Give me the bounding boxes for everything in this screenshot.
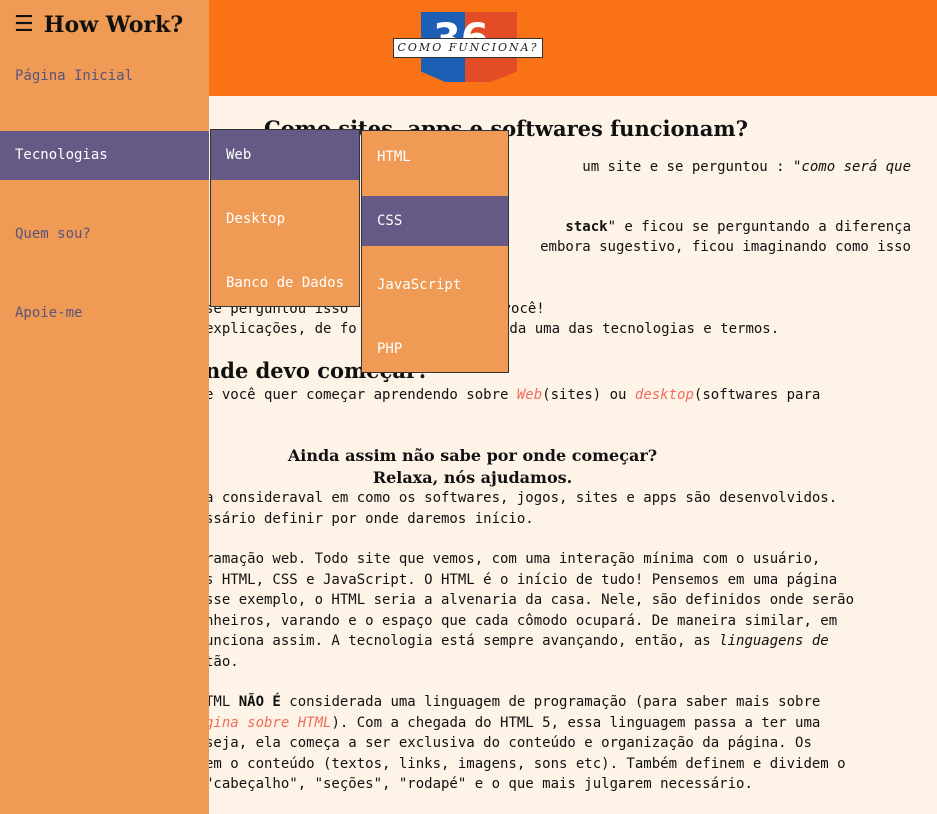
- sidebar-item-about[interactable]: Quem sou?: [0, 210, 209, 259]
- html-page-link[interactable]: gina sobre HTML: [205, 715, 331, 731]
- sidebar: ☰ How Work? Página Inicial Tecnologias Q…: [0, 0, 209, 814]
- web-link[interactable]: Web: [517, 387, 542, 403]
- submenu-item-desktop[interactable]: Desktop: [211, 194, 359, 244]
- sidebar-item-technologies[interactable]: Tecnologias: [0, 131, 209, 180]
- submenu-item-web[interactable]: Web: [211, 130, 359, 180]
- brand-title: How Work?: [43, 12, 184, 38]
- technologies-submenu: Web Desktop Banco de Dados: [210, 129, 360, 307]
- callout-answer: Relaxa, nós ajudamos.: [372, 468, 573, 487]
- paragraph-line: explicações, de fo s, sobre cada uma das …: [205, 321, 780, 337]
- sidebar-header: ☰ How Work?: [14, 12, 183, 38]
- submenu-item-javascript[interactable]: JavaScript: [362, 260, 508, 310]
- sidebar-item-support[interactable]: Apoie-me: [0, 289, 209, 338]
- submenu-item-database[interactable]: Banco de Dados: [211, 258, 359, 308]
- logo[interactable]: 36 COMO FUNCIONA?: [393, 12, 543, 84]
- paragraph: a consideraval em como os softwares, jog…: [205, 490, 838, 527]
- paragraph-line: e você quer começar aprendendo sobre Web…: [205, 387, 821, 403]
- submenu-item-css[interactable]: CSS: [362, 196, 508, 246]
- sidebar-item-home[interactable]: Página Inicial: [0, 52, 209, 101]
- submenu-item-php[interactable]: PHP: [362, 324, 508, 374]
- submenu-item-html[interactable]: HTML: [362, 132, 508, 182]
- paragraph: ramação web. Todo site que vemos, com um…: [205, 551, 855, 670]
- desktop-link[interactable]: desktop: [635, 387, 694, 403]
- paragraph-line: embora sugestivo, ficou imaginando como …: [540, 239, 911, 255]
- paragraph: TML NÃO É considerada uma linguagem de p…: [205, 694, 846, 792]
- paragraph-line: stack" e ficou se perguntando a diferenç…: [565, 219, 911, 235]
- callout-question: Ainda assim não sabe por onde começar?: [287, 446, 658, 465]
- hamburger-menu-icon[interactable]: ☰: [14, 12, 34, 38]
- web-submenu: HTML CSS JavaScript PHP: [361, 130, 509, 373]
- logo-text: COMO FUNCIONA?: [393, 38, 543, 58]
- paragraph-line: um site e se perguntou : "como será que: [582, 159, 911, 175]
